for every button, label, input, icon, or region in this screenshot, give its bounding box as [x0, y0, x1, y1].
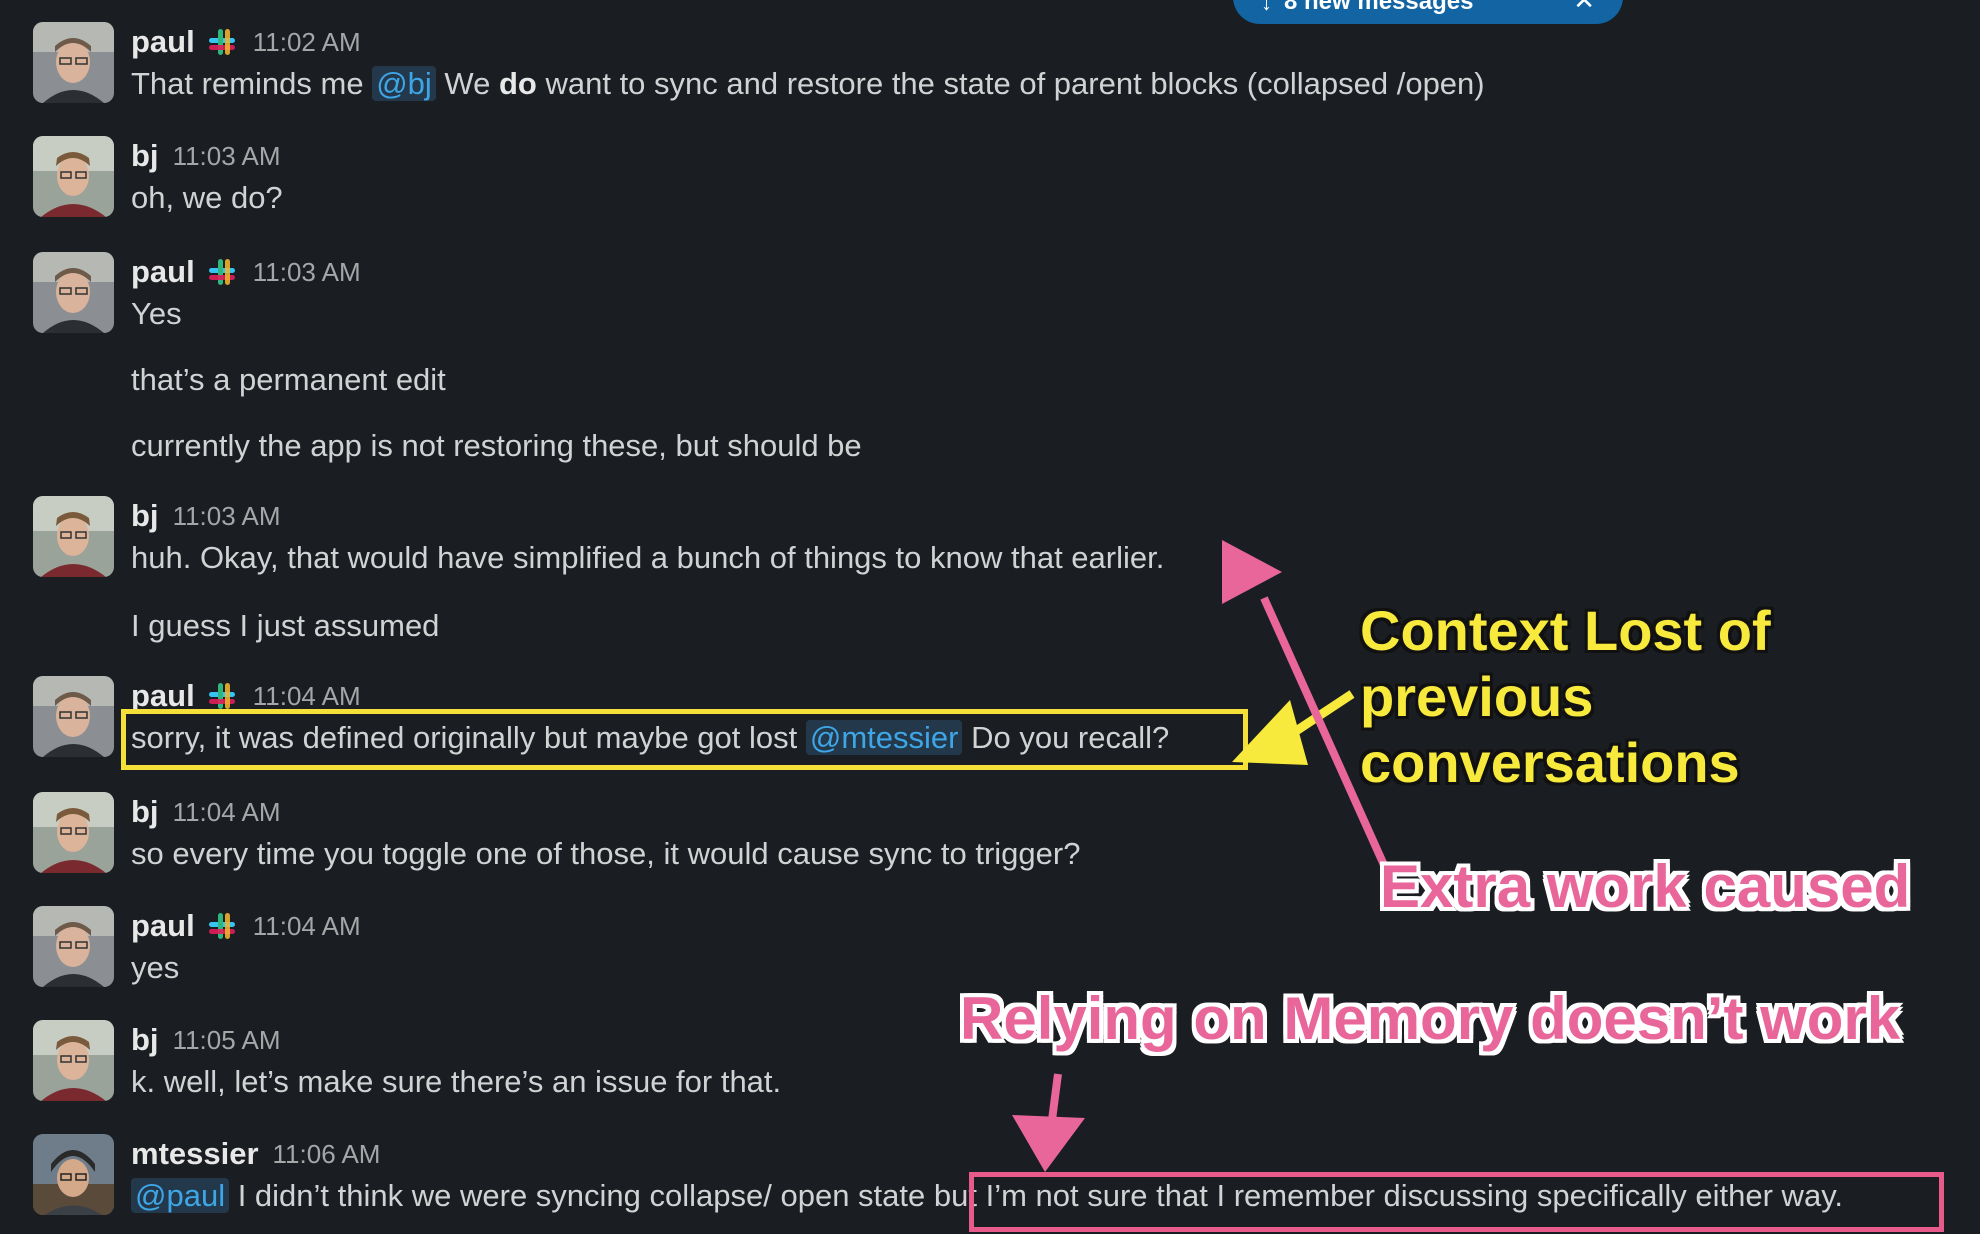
message-text: That reminds me @bj We do want to sync a…: [131, 66, 1485, 101]
new-messages-banner[interactable]: ↓ 8 new messages ✕: [1233, 0, 1623, 24]
message-text: Yes: [131, 296, 182, 331]
avatar-paul[interactable]: [33, 906, 114, 987]
message-text: huh. Okay, that would have simplified a …: [131, 540, 1165, 575]
avatar-bj[interactable]: [33, 792, 114, 873]
annotation-memory: Relying on Memory doesn’t work: [960, 985, 1901, 1052]
message-text: I guess I just assumed: [131, 608, 440, 643]
avatar-paul[interactable]: [33, 22, 114, 103]
author-name[interactable]: paul: [131, 24, 195, 60]
pink-arrow-down: [1012, 1073, 1085, 1172]
timestamp[interactable]: 11:04 AM: [253, 911, 361, 942]
message-text: k. well, let’s make sure there’s an issu…: [131, 1064, 782, 1099]
timestamp[interactable]: 11:03 AM: [253, 257, 361, 288]
slack-logo-icon: [208, 29, 235, 55]
message-text: that’s a permanent edit: [131, 362, 446, 397]
message-text: currently the app is not restoring these…: [131, 428, 862, 463]
timestamp[interactable]: 11:02 AM: [253, 27, 361, 58]
timestamp[interactable]: 11:05 AM: [173, 1025, 281, 1056]
author-name[interactable]: bj: [131, 1022, 159, 1058]
avatar-bj[interactable]: [33, 496, 114, 577]
timestamp[interactable]: 11:04 AM: [173, 797, 281, 828]
author-name[interactable]: paul: [131, 908, 195, 944]
author-name[interactable]: bj: [131, 498, 159, 534]
slack-logo-icon: [208, 683, 235, 709]
message-text: yes: [131, 950, 180, 985]
message-text: oh, we do?: [131, 180, 283, 215]
author-name[interactable]: paul: [131, 254, 195, 290]
avatar-paul[interactable]: [33, 676, 114, 757]
timestamp[interactable]: 11:04 AM: [253, 681, 361, 712]
avatar-bj[interactable]: [33, 136, 114, 217]
slack-logo-icon: [208, 913, 235, 939]
avatar-bj[interactable]: [33, 1020, 114, 1101]
timestamp[interactable]: 11:03 AM: [173, 501, 281, 532]
new-messages-label: 8 new messages: [1284, 0, 1474, 15]
mention-paul[interactable]: @paul: [131, 1178, 230, 1213]
timestamp[interactable]: 11:03 AM: [173, 141, 281, 172]
avatar-mtessier[interactable]: [33, 1134, 114, 1215]
author-name[interactable]: bj: [131, 794, 159, 830]
author-name[interactable]: bj: [131, 138, 159, 174]
mention-bj[interactable]: @bj: [372, 66, 436, 101]
yellow-arrow: [1232, 690, 1355, 765]
timestamp[interactable]: 11:06 AM: [273, 1139, 381, 1170]
avatar-paul[interactable]: [33, 252, 114, 333]
message-text: so every time you toggle one of those, i…: [131, 836, 1081, 871]
close-icon[interactable]: ✕: [1573, 0, 1595, 16]
annotation-context-lost: Context Lost of previous conversations: [1360, 599, 1771, 794]
annotation-extra-work: Extra work caused: [1380, 853, 1911, 920]
highlight-box-yellow: [121, 709, 1248, 770]
highlight-box-pink: [969, 1172, 1944, 1232]
author-name[interactable]: mtessier: [131, 1136, 259, 1172]
slack-logo-icon: [208, 259, 235, 285]
arrow-down-icon: ↓: [1261, 0, 1272, 15]
